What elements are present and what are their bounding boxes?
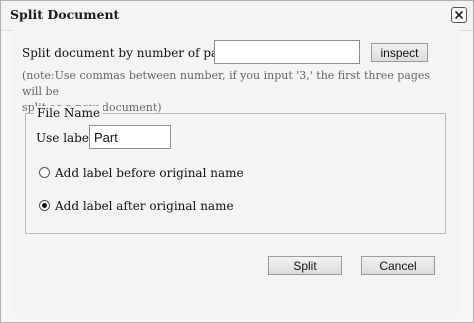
- label-after-label: Add label after original name: [55, 199, 234, 213]
- use-label-label: Use label:: [36, 131, 97, 145]
- split-pages-input[interactable]: [214, 40, 360, 64]
- close-icon: [454, 10, 464, 20]
- inspect-button[interactable]: inspect: [371, 43, 428, 62]
- file-name-legend: File Name: [34, 106, 104, 120]
- label-after-radio[interactable]: [39, 200, 50, 211]
- dialog-title: Split Document: [10, 7, 120, 22]
- use-label-input[interactable]: [89, 125, 171, 149]
- split-pages-label: Split document by number of pages:: [22, 46, 244, 60]
- title-bar: Split Document: [1, 1, 473, 31]
- split-button[interactable]: Split: [268, 256, 342, 275]
- close-button[interactable]: [451, 7, 467, 23]
- label-before-label: Add label before original name: [55, 166, 244, 180]
- cancel-button[interactable]: Cancel: [361, 256, 435, 275]
- radio-selected-dot: [42, 203, 47, 208]
- split-note-line-1: (note:Use commas between number, if you …: [22, 69, 431, 98]
- label-before-radio[interactable]: [39, 167, 50, 178]
